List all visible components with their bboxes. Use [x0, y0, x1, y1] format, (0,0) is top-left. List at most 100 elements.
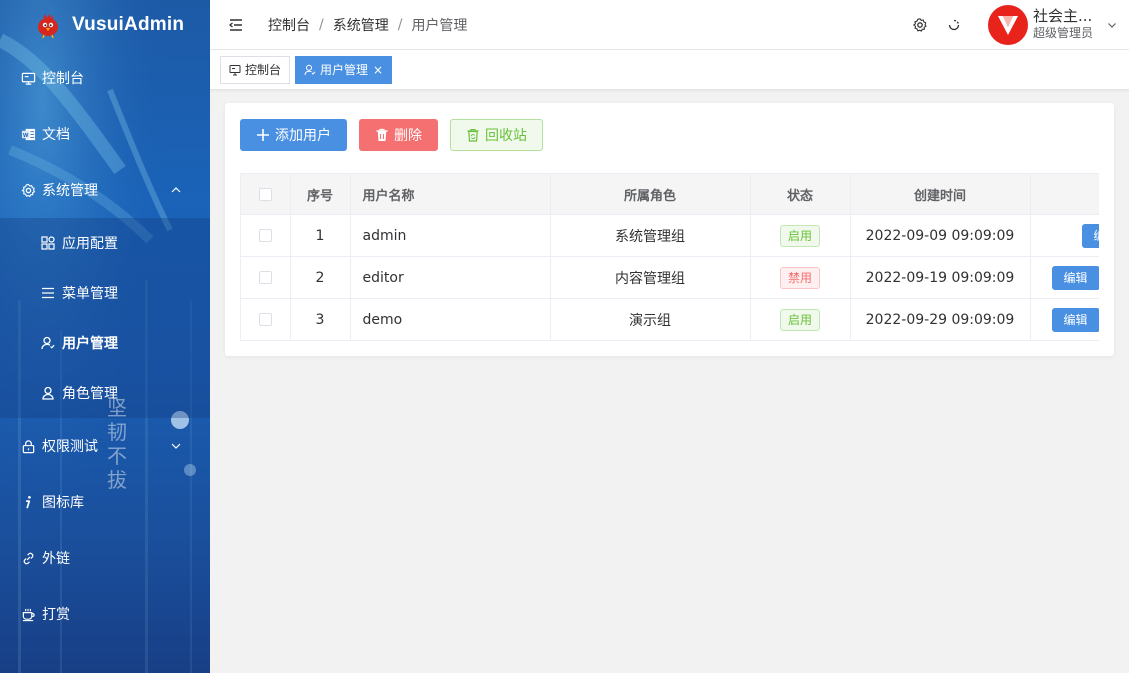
- delete-button[interactable]: 删除: [359, 119, 438, 151]
- column-header-status: 状态: [750, 173, 851, 215]
- user-icon: [304, 64, 316, 75]
- collapse-menu-icon[interactable]: [228, 17, 244, 33]
- user-role: 超级管理员: [1033, 26, 1094, 40]
- sidebar-item-label: 文档: [42, 127, 70, 143]
- row-select-cell: [241, 256, 291, 299]
- recycle-bin-button[interactable]: 回收站: [450, 119, 543, 151]
- row-select-cell: [241, 298, 291, 341]
- link-icon: [20, 550, 36, 566]
- sidebar: VusuiAdmin 控制台 W 文档 系统管理 应用配置 菜单管理 用户管理 …: [0, 0, 210, 673]
- status-badge: 启用: [779, 308, 820, 331]
- recycle-bin-label: 回收站: [485, 128, 527, 144]
- edit-button[interactable]: 编辑: [1081, 223, 1099, 248]
- delete-label: 删除: [394, 128, 422, 144]
- select-all-checkbox[interactable]: [258, 187, 272, 201]
- submenu-system: 应用配置 菜单管理 用户管理 角色管理: [0, 218, 210, 418]
- person-icon: [40, 385, 56, 401]
- breadcrumb-item-dashboard[interactable]: 控制台: [268, 15, 310, 35]
- plus-icon: [257, 129, 269, 141]
- sidebar-item-donate[interactable]: 打赏: [0, 586, 210, 642]
- apps-icon: [40, 235, 56, 251]
- row-role: 演示组: [550, 298, 751, 341]
- sidebar-item-menu-manage[interactable]: 菜单管理: [0, 268, 210, 318]
- add-user-button[interactable]: 添加用户: [240, 119, 347, 151]
- sidebar-item-label: 控制台: [42, 71, 84, 87]
- sidebar-item-label: 图标库: [42, 495, 84, 511]
- row-username: admin: [350, 214, 551, 257]
- row-created: 2022-09-09 09:09:09: [850, 214, 1031, 257]
- sidebar-item-system[interactable]: 系统管理: [0, 162, 210, 218]
- sidebar-item-label: 菜单管理: [62, 286, 118, 302]
- column-header-username: 用户名称: [350, 173, 551, 215]
- column-header-created: 创建时间: [850, 173, 1031, 215]
- row-created: 2022-09-19 09:09:09: [850, 256, 1031, 299]
- sidebar-item-external-link[interactable]: 外链: [0, 530, 210, 586]
- settings-icon[interactable]: [912, 17, 928, 33]
- row-status-cell: 启用: [750, 298, 851, 341]
- breadcrumb-item-current: 用户管理: [411, 17, 468, 34]
- refresh-icon[interactable]: [946, 17, 962, 33]
- table-header-row: 序号 用户名称 所属角色 状态 创建时间 操: [241, 173, 1099, 215]
- sidebar-item-label: 打赏: [42, 607, 70, 623]
- chevron-down-icon[interactable]: [1107, 20, 1117, 30]
- table-row: 1 admin 系统管理组 启用 2022-09-09 09:09:09 编辑: [241, 214, 1099, 257]
- lock-icon: [20, 438, 36, 454]
- trash-icon: [376, 128, 388, 141]
- edit-button[interactable]: 编辑: [1051, 265, 1099, 290]
- column-header-actions: 操: [1030, 173, 1099, 215]
- sidebar-item-label: 应用配置: [62, 236, 118, 252]
- user-info[interactable]: 社会主... 超级管理员: [1033, 8, 1103, 42]
- row-status-cell: 禁用: [750, 256, 851, 299]
- gear-icon: [20, 182, 36, 198]
- tab-label: 控制台: [245, 63, 282, 77]
- bird-logo-icon: [38, 14, 58, 39]
- row-checkbox[interactable]: [258, 313, 272, 326]
- word-doc-icon: W: [20, 126, 36, 142]
- user-table: 序号 用户名称 所属角色 状态 创建时间 操 1 admin 系统管理组 启用 …: [240, 173, 1099, 341]
- monitor-icon: [20, 70, 36, 86]
- row-checkbox[interactable]: [258, 271, 272, 284]
- row-role: 系统管理组: [550, 214, 751, 257]
- user-icon: [40, 335, 56, 351]
- sidebar-item-docs[interactable]: W 文档: [0, 106, 210, 162]
- sidebar-item-label: 权限测试: [42, 439, 98, 455]
- status-badge: 禁用: [779, 266, 820, 289]
- sidebar-item-app-config[interactable]: 应用配置: [0, 218, 210, 268]
- svg-text:W: W: [23, 132, 29, 138]
- chevron-down-icon: [171, 443, 181, 449]
- tab-dashboard[interactable]: 控制台: [220, 55, 291, 84]
- sidebar-item-user-manage[interactable]: 用户管理: [0, 318, 210, 368]
- sidebar-item-label: 用户管理: [62, 336, 118, 352]
- v-logo-icon: [998, 16, 1018, 35]
- app-logo[interactable]: VusuiAdmin: [0, 0, 210, 50]
- row-created: 2022-09-29 09:09:09: [850, 298, 1031, 341]
- sidebar-item-label: 系统管理: [42, 183, 98, 199]
- row-username: editor: [350, 256, 551, 299]
- sidebar-item-label: 外链: [42, 551, 70, 567]
- sidebar-item-dashboard[interactable]: 控制台: [0, 50, 210, 106]
- table-row: 3 demo 演示组 启用 2022-09-29 09:09:09 编辑: [241, 298, 1099, 341]
- breadcrumb-separator: /: [319, 16, 324, 33]
- top-header: 控制台 / 系统管理 / 用户管理 社会主... 超级管理员: [210, 0, 1129, 50]
- edit-button[interactable]: 编辑: [1051, 307, 1099, 332]
- status-badge: 启用: [779, 224, 820, 247]
- tabs-bar: 控制台 用户管理 ×: [210, 50, 1129, 90]
- row-actions: 编辑: [1030, 214, 1099, 257]
- row-index: 2: [290, 256, 351, 299]
- column-header-index: 序号: [290, 173, 351, 215]
- breadcrumb: 控制台 / 系统管理 / 用户管理: [268, 15, 467, 35]
- monitor-icon: [229, 64, 241, 75]
- close-icon[interactable]: ×: [373, 63, 383, 77]
- column-header-role: 所属角色: [550, 173, 751, 215]
- app-name: VusuiAdmin: [72, 14, 185, 35]
- row-checkbox[interactable]: [258, 229, 272, 242]
- info-i-icon: [20, 494, 36, 510]
- main-card: 添加用户 删除 回收站 序号 用户名称 所属角色 状态 创建时间 1 admin…: [225, 103, 1114, 356]
- avatar[interactable]: [988, 5, 1028, 45]
- toolbar: 添加用户 删除 回收站: [240, 119, 555, 151]
- breadcrumb-item-system[interactable]: 系统管理: [333, 15, 389, 35]
- row-select-cell: [241, 214, 291, 257]
- row-actions: 编辑: [1030, 298, 1099, 341]
- recycle-bin-icon: [467, 128, 479, 142]
- tab-user-manage[interactable]: 用户管理 ×: [295, 55, 393, 84]
